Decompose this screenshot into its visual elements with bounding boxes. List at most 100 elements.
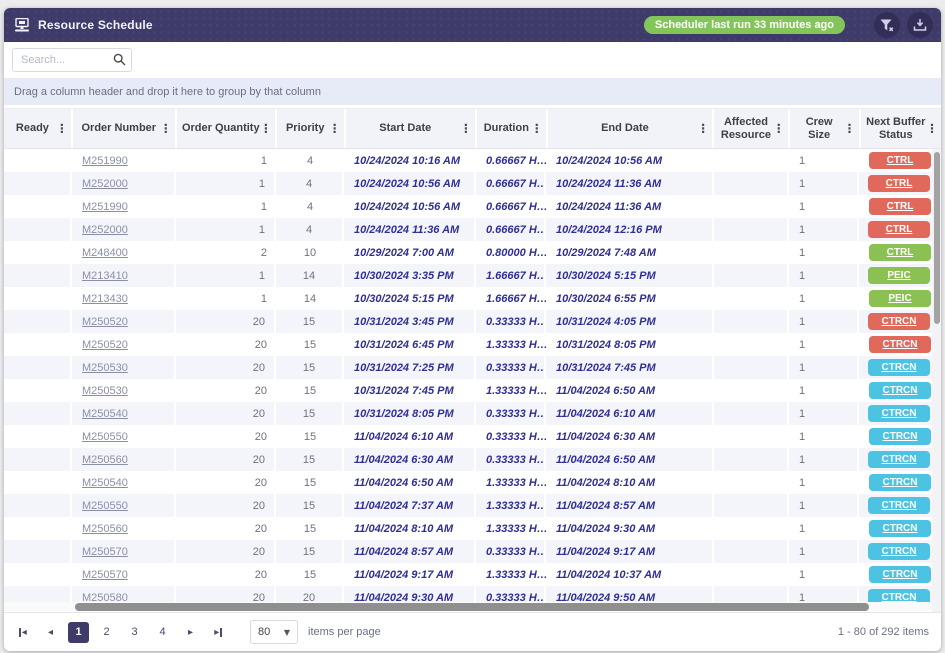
column-header-priority[interactable]: Priority⋮: [277, 109, 344, 148]
horizontal-scrollbar[interactable]: [4, 602, 932, 611]
pager-next-button[interactable]: ▸: [180, 622, 201, 643]
column-header-crew_size[interactable]: Crew Size⋮: [790, 109, 859, 148]
status-badge[interactable]: CTRCN: [869, 336, 931, 353]
status-badge[interactable]: CTRCN: [868, 405, 930, 422]
cell-priority: 15: [276, 448, 344, 471]
status-badge[interactable]: PEIC: [868, 267, 930, 284]
status-badge[interactable]: CTRCN: [869, 382, 931, 399]
cell-order_number[interactable]: M250550: [72, 425, 176, 448]
status-badge[interactable]: CTRCN: [869, 474, 931, 491]
cell-order_quantity: 20: [176, 517, 276, 540]
cell-crew_size: 1: [789, 448, 859, 471]
cell-order_number[interactable]: M250570: [72, 540, 176, 563]
cell-priority: 4: [276, 149, 344, 172]
page-button-2[interactable]: 2: [96, 622, 117, 643]
status-badge[interactable]: CTRCN: [868, 543, 930, 560]
cell-order_number[interactable]: M250550: [72, 494, 176, 517]
page-button-1[interactable]: 1: [68, 622, 89, 643]
status-badge[interactable]: CTRCN: [869, 428, 931, 445]
page-size-dropdown[interactable]: 80 ▼: [250, 620, 298, 644]
cell-status: CTRCN: [859, 425, 941, 448]
column-menu-icon[interactable]: ⋮: [56, 122, 68, 135]
status-badge[interactable]: CTRL: [868, 221, 930, 238]
cell-status: CTRL: [859, 241, 941, 264]
cell-order_number[interactable]: M213410: [72, 264, 176, 287]
column-header-end_date[interactable]: End Date⋮: [548, 109, 712, 148]
page-button-4[interactable]: 4: [152, 622, 173, 643]
vertical-scrollbar[interactable]: [932, 149, 941, 612]
pager-last-button[interactable]: ▸: [208, 622, 229, 643]
column-menu-icon[interactable]: ⋮: [773, 122, 785, 135]
cell-order_number[interactable]: M252000: [72, 218, 176, 241]
export-button[interactable]: [907, 12, 933, 38]
cell-order_number[interactable]: M250560: [72, 517, 176, 540]
column-header-order_quantity[interactable]: Order Quantity⋮: [177, 109, 275, 148]
pager-prev-button[interactable]: ◂: [40, 622, 61, 643]
search-icon[interactable]: [113, 53, 126, 66]
column-header-duration[interactable]: Duration⋮: [477, 109, 546, 148]
cell-duration: 1.33333 H…: [476, 517, 546, 540]
vertical-scrollbar-thumb[interactable]: [934, 152, 940, 324]
cell-order_number[interactable]: M250560: [72, 448, 176, 471]
cell-end_date: 11/04/2024 6:10 AM: [546, 402, 714, 425]
status-badge[interactable]: CTRL: [869, 198, 931, 215]
status-badge[interactable]: CTRCN: [869, 520, 931, 537]
cell-order_number[interactable]: M252000: [72, 172, 176, 195]
group-by-drop-zone[interactable]: Drag a column header and drop it here to…: [4, 78, 941, 108]
page-title: Resource Schedule: [38, 18, 153, 32]
column-menu-icon[interactable]: ⋮: [531, 122, 543, 135]
column-header-ready[interactable]: Ready⋮: [4, 109, 71, 148]
column-header-order_number[interactable]: Order Number⋮: [73, 109, 175, 148]
cell-order_number[interactable]: M250530: [72, 356, 176, 379]
cell-duration: 1.66667 H…: [476, 264, 546, 287]
table-row: M250560201511/04/2024 8:10 AM1.33333 H…1…: [4, 517, 941, 540]
page-button-3[interactable]: 3: [124, 622, 145, 643]
title-bar: Resource Schedule Scheduler last run 33 …: [4, 8, 941, 42]
cell-order_number[interactable]: M251990: [72, 149, 176, 172]
cell-order_number[interactable]: M250520: [72, 333, 176, 356]
cell-order_number[interactable]: M250540: [72, 471, 176, 494]
clear-filter-button[interactable]: [874, 12, 900, 38]
status-badge[interactable]: CTRL: [869, 152, 931, 169]
status-badge[interactable]: CTRL: [869, 244, 931, 261]
column-header-affected_resource[interactable]: Affected Resource⋮: [714, 109, 788, 148]
table-row: M250520201510/31/2024 6:45 PM1.33333 H…1…: [4, 333, 941, 356]
status-badge[interactable]: CTRCN: [868, 497, 930, 514]
column-menu-icon[interactable]: ⋮: [160, 122, 172, 135]
column-menu-icon[interactable]: ⋮: [260, 122, 272, 135]
cell-order_number[interactable]: M248400: [72, 241, 176, 264]
status-badge[interactable]: CTRL: [868, 175, 930, 192]
status-badge[interactable]: CTRCN: [869, 566, 931, 583]
table-row: M250530201510/31/2024 7:25 PM0.33333 H…1…: [4, 356, 941, 379]
column-menu-icon[interactable]: ⋮: [926, 122, 938, 135]
column-header-start_date[interactable]: Start Date⋮: [346, 109, 475, 148]
cell-order_number[interactable]: M213430: [72, 287, 176, 310]
status-badge[interactable]: CTRCN: [868, 359, 930, 376]
cell-order_quantity: 20: [176, 425, 276, 448]
cell-order_number[interactable]: M250520: [72, 310, 176, 333]
status-badge[interactable]: PEIC: [869, 290, 931, 307]
cell-order_number[interactable]: M250530: [72, 379, 176, 402]
table-row: M250540201511/04/2024 6:50 AM1.33333 H…1…: [4, 471, 941, 494]
cell-order_quantity: 1: [176, 149, 276, 172]
table-row: M2519901410/24/2024 10:16 AM0.66667 H…10…: [4, 149, 941, 172]
items-per-page-label: items per page: [308, 626, 381, 638]
cell-order_number[interactable]: M250540: [72, 402, 176, 425]
column-menu-icon[interactable]: ⋮: [697, 122, 709, 135]
cell-order_quantity: 20: [176, 379, 276, 402]
status-badge[interactable]: CTRCN: [868, 451, 930, 468]
status-badge[interactable]: CTRCN: [868, 313, 930, 330]
column-menu-icon[interactable]: ⋮: [329, 122, 341, 135]
cell-order_number[interactable]: M251990: [72, 195, 176, 218]
column-menu-icon[interactable]: ⋮: [844, 122, 856, 135]
column-header-status[interactable]: Next Buffer Status⋮: [861, 109, 941, 148]
cell-crew_size: 1: [789, 402, 859, 425]
horizontal-scrollbar-thumb[interactable]: [75, 603, 869, 611]
cell-end_date: 11/04/2024 9:17 AM: [546, 540, 714, 563]
cell-order_quantity: 20: [176, 356, 276, 379]
cell-ready: [4, 379, 72, 402]
cell-order_number[interactable]: M250570: [72, 563, 176, 586]
cell-duration: 1.33333 H…: [476, 563, 546, 586]
pager-first-button[interactable]: ◂: [12, 622, 33, 643]
column-menu-icon[interactable]: ⋮: [460, 122, 472, 135]
